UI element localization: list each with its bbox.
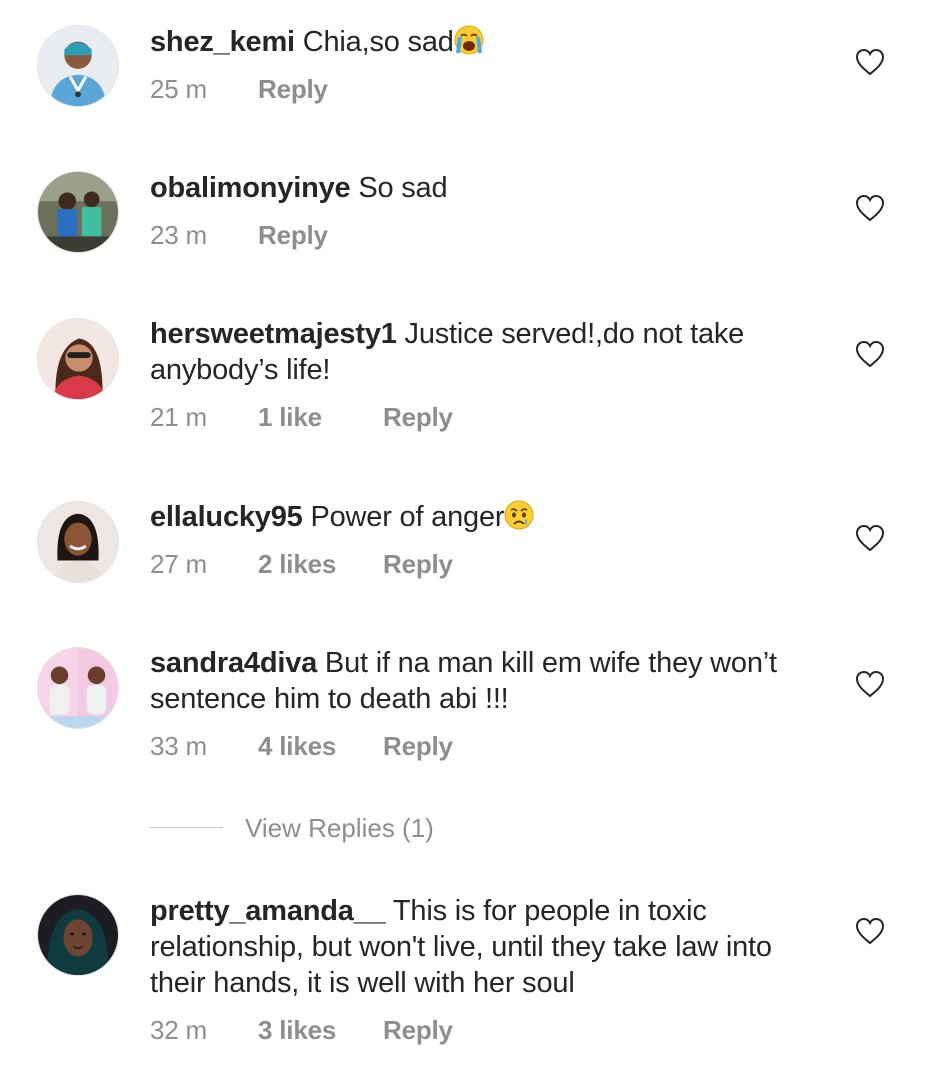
heart-outline-icon[interactable]: [855, 917, 885, 945]
comment-text: Power of anger: [310, 501, 505, 533]
comment-body: sandra4diva But if na man kill em wife t…: [150, 645, 810, 762]
comment-body: obalimonyinye So sad 23 m Reply: [150, 170, 810, 251]
comment-body: shez_kemi Chia,so sad 25 m Reply: [150, 24, 810, 105]
comment-text-line: obalimonyinye So sad: [150, 170, 810, 206]
heart-outline-icon[interactable]: [855, 340, 885, 368]
comment-body: ellalucky95 Power of anger 27 m 2 likes Re…: [150, 499, 810, 580]
avatar[interactable]: [37, 501, 119, 583]
heart-outline-icon[interactable]: [855, 524, 885, 552]
reply-button[interactable]: Reply: [258, 219, 328, 251]
heart-outline-icon[interactable]: [855, 194, 885, 222]
comment-text-line: pretty_amanda__ This is for people in to…: [150, 893, 810, 1001]
comment-meta: 32 m 3 likes Reply: [150, 1014, 810, 1046]
comment-text-line: sandra4diva But if na man kill em wife t…: [150, 645, 810, 717]
comment-username[interactable]: ellalucky95: [150, 501, 303, 533]
comment-username[interactable]: sandra4diva: [150, 647, 317, 679]
comment-time: 27 m: [150, 549, 208, 579]
comment-time: 23 m: [150, 220, 208, 250]
comment-text-line: hersweetmajesty1 Justice served!,do not …: [150, 316, 810, 388]
comment-likes[interactable]: 1 like: [258, 401, 383, 433]
comment-meta: 23 m Reply: [150, 219, 810, 251]
comment-body: pretty_amanda__ This is for people in to…: [150, 893, 810, 1046]
heart-outline-icon[interactable]: [855, 48, 885, 76]
loudly-crying-face-emoji-icon: [454, 25, 484, 55]
comment-time: 33 m: [150, 731, 208, 761]
comment-username[interactable]: obalimonyinye: [150, 172, 351, 204]
comment-body: hersweetmajesty1 Justice served!,do not …: [150, 316, 810, 433]
reply-button[interactable]: Reply: [383, 1014, 453, 1046]
reply-button[interactable]: Reply: [258, 73, 328, 105]
reply-button[interactable]: Reply: [383, 730, 453, 762]
comment-time: 32 m: [150, 1015, 208, 1045]
comment-likes[interactable]: 4 likes: [258, 730, 383, 762]
comment-meta: 33 m 4 likes Reply: [150, 730, 810, 762]
comment-likes[interactable]: 3 likes: [258, 1014, 383, 1046]
comment-text: Chia,so sad: [302, 26, 454, 58]
avatar[interactable]: [37, 894, 119, 976]
comment-text-line: shez_kemi Chia,so sad: [150, 24, 810, 60]
comment-meta: 27 m 2 likes Reply: [150, 548, 810, 580]
avatar[interactable]: [37, 318, 119, 400]
comment-likes[interactable]: 2 likes: [258, 548, 383, 580]
comment-time: 21 m: [150, 402, 208, 432]
avatar[interactable]: [37, 171, 119, 253]
comment-username[interactable]: pretty_amanda__: [150, 895, 386, 927]
reply-button[interactable]: Reply: [383, 548, 453, 580]
avatar[interactable]: [37, 647, 119, 729]
comment-username[interactable]: shez_kemi: [150, 26, 295, 58]
crying-face-emoji-icon: [504, 500, 534, 530]
comment-meta: 25 m Reply: [150, 73, 810, 105]
comment-text: So sad: [358, 172, 448, 204]
view-replies-divider: [150, 827, 223, 828]
avatar[interactable]: [37, 25, 119, 107]
heart-outline-icon[interactable]: [855, 670, 885, 698]
view-replies-label[interactable]: View Replies (1): [245, 810, 434, 846]
comment-username[interactable]: hersweetmajesty1: [150, 318, 397, 350]
reply-button[interactable]: Reply: [383, 401, 453, 433]
comment-meta: 21 m 1 like Reply: [150, 401, 810, 433]
comment-text-line: ellalucky95 Power of anger: [150, 499, 810, 535]
comment-time: 25 m: [150, 74, 208, 104]
